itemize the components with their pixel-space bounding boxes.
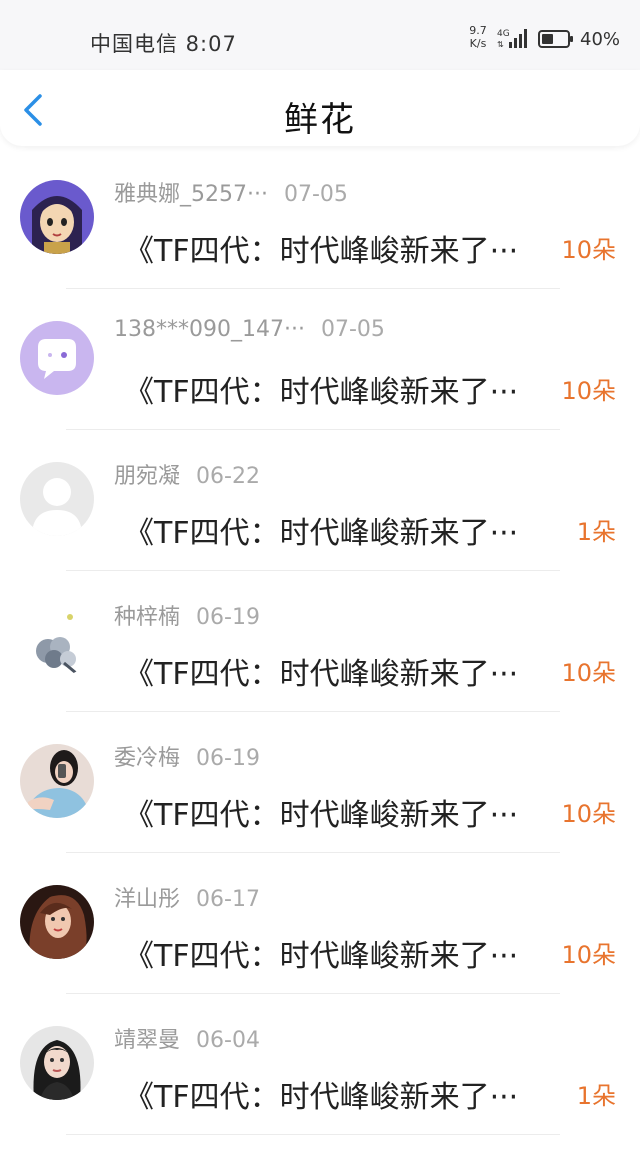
battery-icon <box>538 30 573 48</box>
row-title: 《TF四代：时代峰峻新来了··· <box>124 1080 519 1115</box>
status-carrier-time: 中国电信 8:07 <box>90 32 237 56</box>
row-meta: 朋宛凝 06-22 <box>114 458 260 490</box>
photo-avatar-icon <box>20 1026 94 1100</box>
cartoon-girl-avatar-icon <box>20 180 94 254</box>
row-title: 《TF四代：时代峰峻新来了··· <box>124 657 519 692</box>
flower-count: 10朵 <box>561 377 616 405</box>
row-date: 06-22 <box>196 464 260 489</box>
list-item[interactable]: 洋山彤 06-17 《TF四代：时代峰峻新来了··· 10朵 <box>0 853 640 994</box>
sender-name: 雅典娜_5257··· <box>114 182 268 207</box>
signal-icon: 4G ⇅ <box>497 29 527 49</box>
row-meta: 雅典娜_5257··· 07-05 <box>114 176 348 208</box>
row-date: 06-04 <box>196 1028 260 1053</box>
network-speed-value: 9.7 <box>469 24 487 37</box>
flower-count: 10朵 <box>561 941 616 969</box>
flower-count: 10朵 <box>561 800 616 828</box>
avatar <box>20 744 94 818</box>
row-date: 07-05 <box>320 317 385 342</box>
row-title: 《TF四代：时代峰峻新来了··· <box>124 939 519 974</box>
sender-name: 朋宛凝 <box>114 464 181 489</box>
avatar <box>20 1026 94 1100</box>
battery-percent: 40% <box>580 29 621 50</box>
sender-name: 138***090_147··· <box>114 317 305 342</box>
row-meta: 委冷梅 06-19 <box>114 740 260 772</box>
avatar <box>20 885 94 959</box>
row-meta: 种梓楠 06-19 <box>114 599 260 631</box>
photo-avatar-icon <box>20 744 94 818</box>
chat-bubble-avatar-icon <box>20 321 94 395</box>
avatar <box>20 180 94 254</box>
list-item[interactable]: 靖翠曼 06-04 《TF四代：时代峰峻新来了··· 1朵 <box>0 994 640 1135</box>
row-meta: 靖翠曼 06-04 <box>114 1022 260 1054</box>
row-date: 06-19 <box>196 746 260 771</box>
flower-count: 1朵 <box>576 518 616 546</box>
page-title: 鲜花 <box>284 100 356 140</box>
row-meta: 138***090_147··· 07-05 <box>114 317 385 342</box>
svg-text:⇅: ⇅ <box>497 40 504 49</box>
flower-count: 10朵 <box>561 236 616 264</box>
list-item[interactable]: 138***090_147··· 07-05 《TF四代：时代峰峻新来了··· 1… <box>0 289 640 430</box>
default-user-avatar-icon <box>20 462 94 536</box>
sender-name: 种梓楠 <box>114 605 181 630</box>
flower-list: 雅典娜_5257··· 07-05 《TF四代：时代峰峻新来了··· 10朵 13… <box>0 148 640 1135</box>
row-date: 07-05 <box>283 182 348 207</box>
flower-bouquet-avatar-icon <box>20 603 94 677</box>
header: 鲜花 <box>0 70 640 146</box>
row-title: 《TF四代：时代峰峻新来了··· <box>124 234 519 269</box>
list-item[interactable]: 雅典娜_5257··· 07-05 《TF四代：时代峰峻新来了··· 10朵 <box>0 148 640 289</box>
flower-count: 10朵 <box>561 659 616 687</box>
flower-count: 1朵 <box>576 1082 616 1110</box>
row-date: 06-17 <box>196 887 260 912</box>
avatar <box>20 462 94 536</box>
sender-name: 委冷梅 <box>114 746 181 771</box>
row-title: 《TF四代：时代峰峻新来了··· <box>124 798 519 833</box>
network-speed: 9.7 K/s <box>466 24 490 50</box>
status-bar: 中国电信 8:07 9.7 K/s 4G ⇅ 40% <box>0 0 640 80</box>
network-type-label: 4G <box>497 29 510 39</box>
sender-name: 靖翠曼 <box>114 1028 181 1053</box>
list-item[interactable]: 朋宛凝 06-22 《TF四代：时代峰峻新来了··· 1朵 <box>0 430 640 571</box>
sender-name: 洋山彤 <box>114 887 181 912</box>
row-date: 06-19 <box>196 605 260 630</box>
row-title: 《TF四代：时代峰峻新来了··· <box>124 516 519 551</box>
avatar <box>20 603 94 677</box>
photo-avatar-icon <box>20 885 94 959</box>
list-item[interactable]: 委冷梅 06-19 《TF四代：时代峰峻新来了··· 10朵 <box>0 712 640 853</box>
network-speed-unit: K/s <box>469 37 487 50</box>
row-meta: 洋山彤 06-17 <box>114 881 260 913</box>
row-title: 《TF四代：时代峰峻新来了··· <box>124 375 519 410</box>
avatar <box>20 321 94 395</box>
list-item[interactable]: 种梓楠 06-19 《TF四代：时代峰峻新来了··· 10朵 <box>0 571 640 712</box>
divider <box>66 1134 560 1135</box>
